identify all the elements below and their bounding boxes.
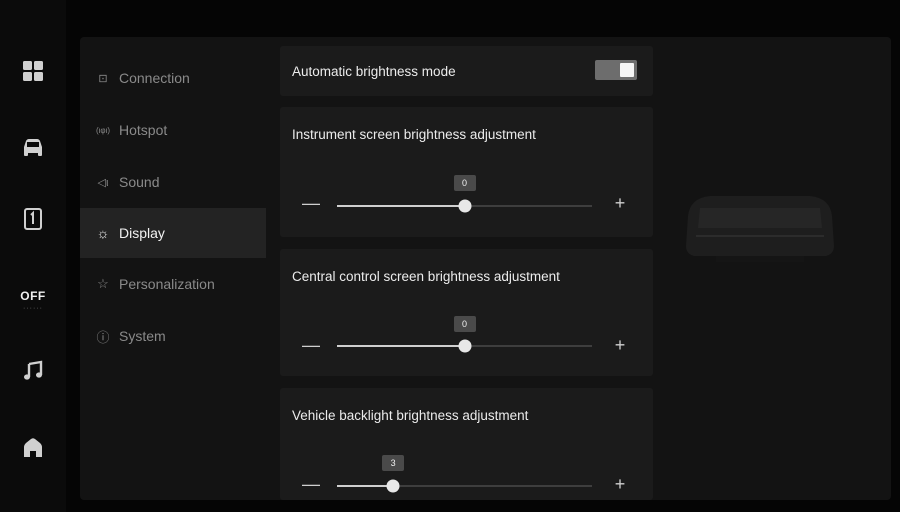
nav-item-hotspot[interactable]: (ιφι) Hotspot bbox=[80, 105, 266, 155]
central-brightness-label: Central control screen brightness adjust… bbox=[292, 269, 560, 284]
music-note-icon bbox=[22, 360, 44, 387]
instrument-brightness-card: Instrument screen brightness adjustment … bbox=[280, 107, 653, 237]
slider-fill bbox=[337, 485, 394, 487]
nav-item-label: Hotspot bbox=[119, 122, 168, 138]
fan-off-indicator[interactable]: OFF ······ bbox=[0, 275, 66, 325]
slider-value-badge: 3 bbox=[382, 455, 405, 471]
settings-nav: ⊡ Connection (ιφι) Hotspot ◁ι Sound ☼ Di… bbox=[80, 37, 266, 500]
slider-fill bbox=[337, 205, 465, 207]
music-button[interactable] bbox=[0, 353, 66, 393]
nav-item-sound[interactable]: ◁ι Sound bbox=[80, 157, 266, 207]
fan-level-dots: ······ bbox=[23, 304, 43, 312]
decrease-button[interactable]: — bbox=[302, 335, 320, 356]
slider-value-badge: 0 bbox=[453, 316, 476, 332]
fan-off-label: OFF bbox=[20, 288, 46, 303]
brightness-slider[interactable]: 0 bbox=[337, 175, 592, 213]
nav-item-label: Personalization bbox=[119, 276, 215, 292]
speaker-icon: ◁ι bbox=[97, 176, 109, 189]
phone-icon bbox=[23, 207, 43, 235]
hotspot-icon: (ιφι) bbox=[95, 125, 111, 135]
auto-brightness-card: Automatic brightness mode bbox=[280, 46, 653, 96]
slider-thumb[interactable] bbox=[458, 339, 471, 353]
increase-button[interactable]: + bbox=[612, 474, 628, 495]
nav-item-display[interactable]: ☼ Display bbox=[80, 208, 266, 258]
home-button[interactable] bbox=[0, 430, 66, 470]
increase-button[interactable]: + bbox=[612, 193, 628, 214]
central-brightness-card: Central control screen brightness adjust… bbox=[280, 249, 653, 376]
instrument-brightness-label: Instrument screen brightness adjustment bbox=[292, 127, 536, 142]
nav-item-label: Display bbox=[119, 225, 165, 241]
slider-value-badge: 0 bbox=[453, 175, 476, 191]
slider-thumb[interactable] bbox=[458, 199, 471, 213]
slider-fill bbox=[337, 345, 465, 347]
info-icon: ⓘ bbox=[96, 329, 110, 345]
car-button[interactable] bbox=[0, 130, 66, 170]
auto-brightness-label: Automatic brightness mode bbox=[292, 64, 456, 79]
decrease-button[interactable]: — bbox=[302, 193, 320, 214]
left-rail: OFF ······ bbox=[0, 0, 66, 512]
nav-item-label: System bbox=[119, 328, 166, 344]
apps-grid-button[interactable] bbox=[0, 53, 66, 93]
home-icon bbox=[22, 437, 44, 464]
nav-item-personalization[interactable]: ☆ Personalization bbox=[80, 259, 266, 309]
toggle-knob bbox=[620, 63, 634, 77]
backlight-brightness-label: Vehicle backlight brightness adjustment bbox=[292, 408, 529, 423]
decrease-button[interactable]: — bbox=[302, 474, 320, 495]
nav-item-label: Sound bbox=[119, 174, 160, 190]
auto-brightness-toggle[interactable] bbox=[595, 60, 637, 80]
nav-item-system[interactable]: ⓘ System bbox=[80, 311, 266, 361]
phone-button[interactable] bbox=[0, 201, 66, 241]
nav-item-label: Connection bbox=[119, 70, 190, 86]
backlight-brightness-card: Vehicle backlight brightness adjustment … bbox=[280, 388, 653, 500]
vehicle-preview-image bbox=[680, 188, 840, 268]
sun-icon: ☼ bbox=[96, 225, 110, 241]
nav-item-connection[interactable]: ⊡ Connection bbox=[80, 53, 266, 103]
apps-grid-icon bbox=[22, 60, 44, 87]
car-icon bbox=[21, 137, 45, 164]
connection-icon: ⊡ bbox=[98, 72, 108, 85]
slider-thumb[interactable] bbox=[386, 479, 400, 493]
increase-button[interactable]: + bbox=[612, 335, 628, 356]
brightness-slider[interactable]: 3 bbox=[337, 455, 592, 493]
personalization-icon: ☆ bbox=[97, 276, 109, 291]
brightness-slider[interactable]: 0 bbox=[337, 316, 592, 353]
